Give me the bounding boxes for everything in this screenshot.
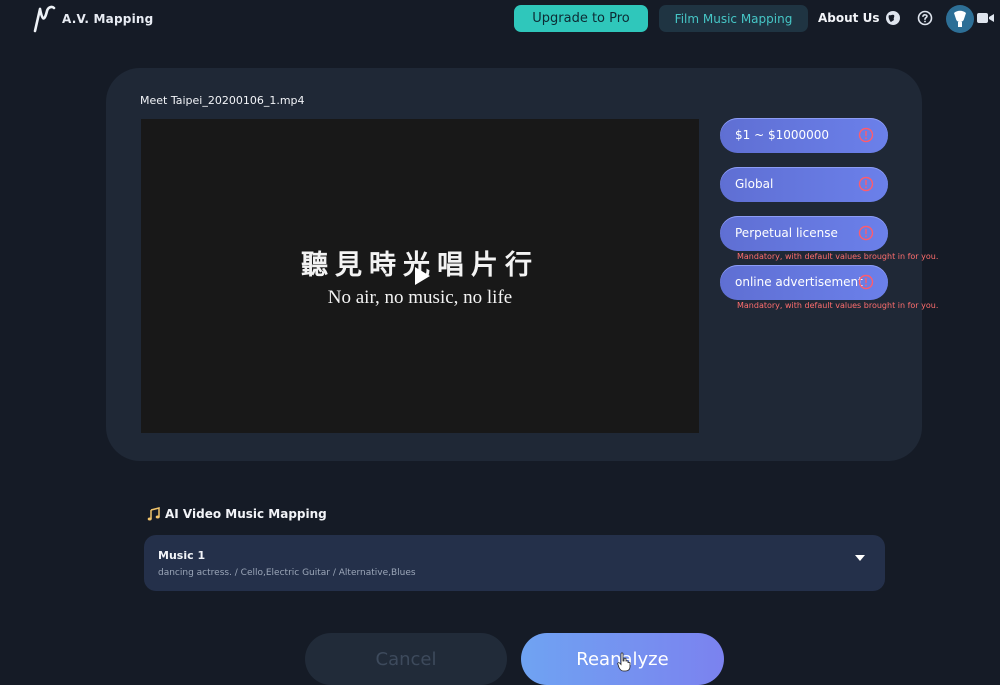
video-filename: Meet Taipei_20200106_1.mp4: [140, 94, 305, 107]
video-camera-icon[interactable]: [977, 11, 995, 25]
about-us-link[interactable]: About Us: [818, 11, 879, 25]
license-mandatory-note: Mandatory, with default values brought i…: [737, 252, 939, 261]
pill-label: online advertisement: [735, 275, 863, 289]
film-music-mapping-button[interactable]: Film Music Mapping: [659, 5, 808, 32]
chevron-down-icon[interactable]: [854, 553, 866, 563]
warning-icon: [858, 274, 874, 290]
region-pill[interactable]: Global: [720, 167, 888, 202]
user-avatar-icon: [954, 10, 966, 27]
warning-icon: [858, 176, 874, 192]
top-nav: A.V. Mapping Upgrade to Pro Film Music M…: [0, 0, 1000, 38]
media-mandatory-note: Mandatory, with default values brought i…: [737, 301, 939, 310]
brand-logo[interactable]: A.V. Mapping: [32, 5, 153, 33]
video-overlay-subtitle: No air, no music, no life: [327, 287, 513, 308]
section-title: AI Video Music Mapping: [165, 507, 327, 521]
section-heading: AI Video Music Mapping: [147, 507, 327, 521]
license-pill[interactable]: Perpetual license: [720, 216, 888, 251]
upgrade-button[interactable]: Upgrade to Pro: [514, 5, 648, 32]
music-result-dropdown[interactable]: Music 1 dancing actress. / Cello,Electri…: [144, 535, 885, 591]
cancel-button[interactable]: Cancel: [305, 633, 507, 685]
globe-icon[interactable]: [885, 10, 901, 26]
hand-cursor-icon: [617, 652, 631, 672]
music-description: dancing actress. / Cello,Electric Guitar…: [158, 568, 416, 578]
warning-icon: [858, 225, 874, 241]
budget-pill[interactable]: $1 ~ $1000000: [720, 118, 888, 153]
avatar[interactable]: [946, 5, 974, 33]
pill-label: Global: [735, 177, 774, 191]
music-title: Music 1: [158, 549, 206, 562]
warning-icon: [858, 127, 874, 143]
pill-label: Perpetual license: [735, 226, 838, 240]
help-icon[interactable]: [917, 10, 933, 26]
logo-mark-icon: [33, 5, 56, 33]
media-pill[interactable]: online advertisement: [720, 265, 888, 300]
pill-label: $1 ~ $1000000: [735, 128, 830, 142]
video-player[interactable]: 聽見時光唱片行 No air, no music, no life: [141, 119, 699, 433]
brand-name: A.V. Mapping: [62, 12, 154, 26]
play-icon[interactable]: [413, 266, 431, 286]
music-note-icon: [147, 507, 160, 521]
